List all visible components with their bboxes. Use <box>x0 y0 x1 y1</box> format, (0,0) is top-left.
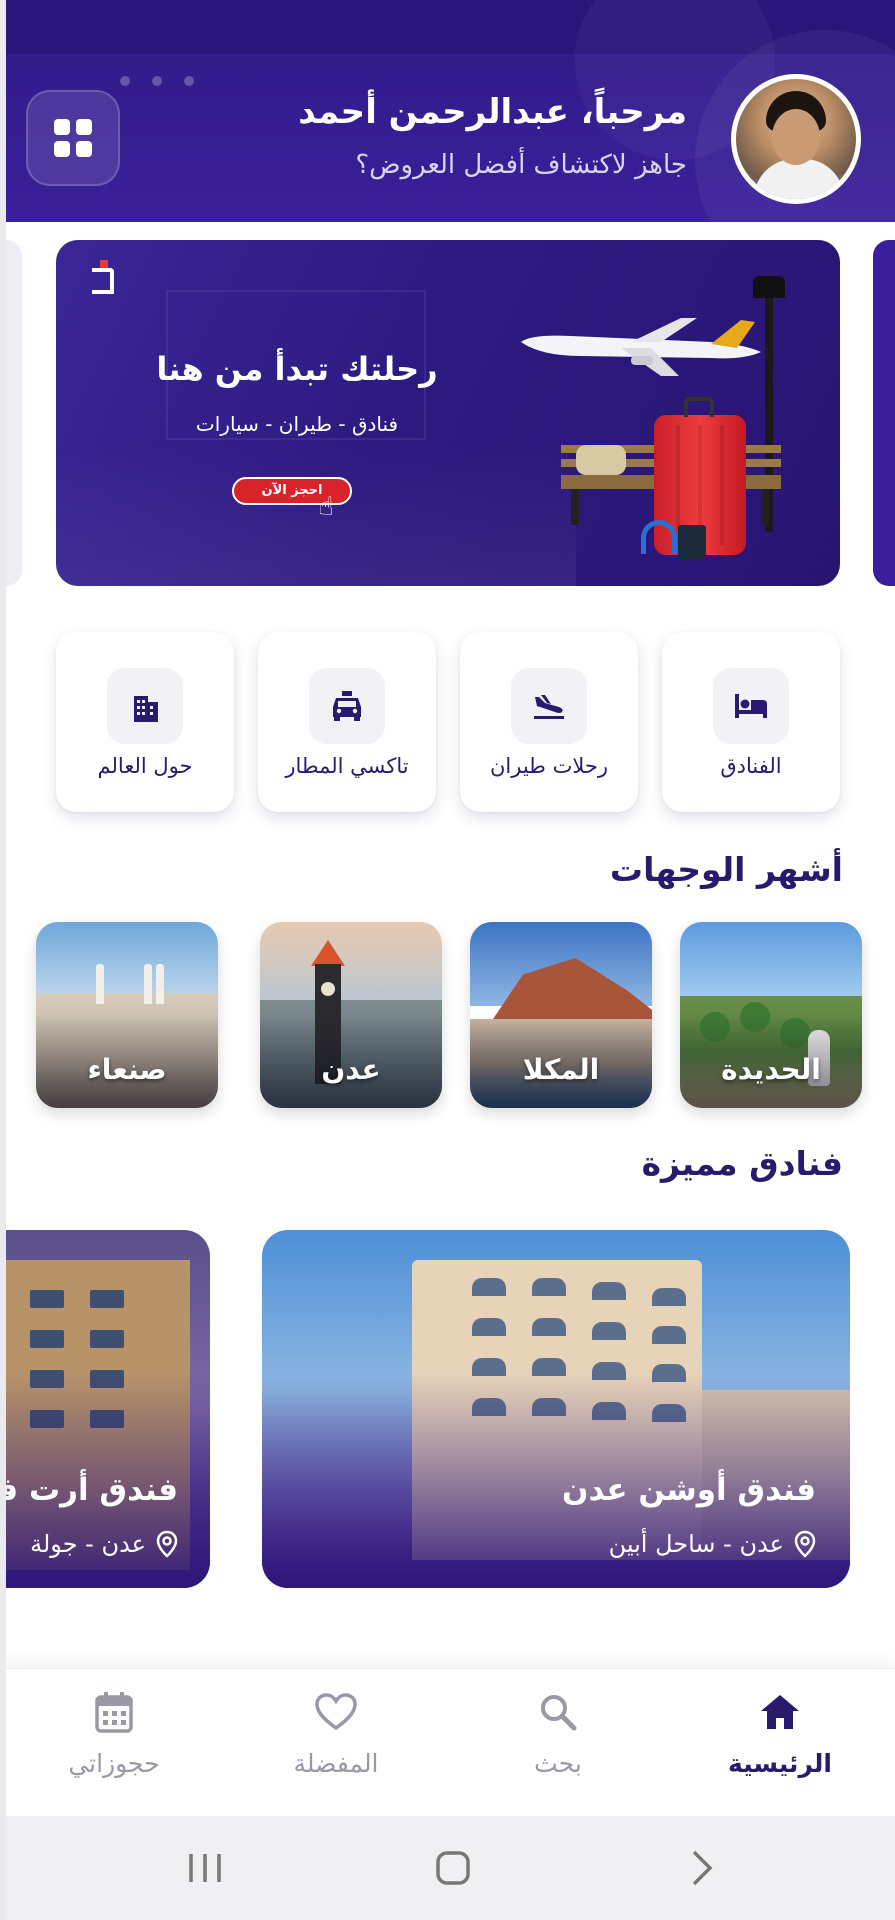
hotel-location: عدن - جولة <box>30 1530 178 1558</box>
plane-landing-icon <box>534 695 564 719</box>
destination-name: المكلا <box>522 1053 600 1086</box>
recent-apps-button[interactable] <box>180 1846 230 1890</box>
destination-card[interactable]: الحديدة <box>680 922 862 1108</box>
nav-favorites[interactable]: المفضلة <box>236 1687 436 1797</box>
nav-bookings[interactable]: حجوزاتي <box>14 1687 214 1797</box>
carousel-peek-next[interactable] <box>873 240 895 586</box>
system-navigation-bar <box>0 1816 895 1920</box>
recents-icon <box>189 1854 221 1882</box>
taxi-icon <box>333 691 361 721</box>
home-system-button[interactable] <box>428 1846 478 1890</box>
brand-logo <box>92 260 122 294</box>
header-dots <box>120 76 194 86</box>
service-flights[interactable]: رحلات طيران <box>460 632 638 812</box>
service-label: رحلات طيران <box>490 754 608 778</box>
nav-label: بحث <box>534 1749 582 1778</box>
location-pin-icon <box>156 1530 178 1558</box>
service-label: الفنادق <box>720 754 782 778</box>
promo-banner[interactable]: رحلتك تبدأ من هنا فنادق - طيران - سيارات… <box>56 240 840 586</box>
banner-title: رحلتك تبدأ من هنا <box>156 350 438 388</box>
nav-label: الرئيسية <box>728 1749 832 1778</box>
service-label: حول العالم <box>97 754 193 778</box>
passport-illustration <box>678 525 706 559</box>
user-avatar[interactable] <box>731 74 861 204</box>
hotel-name: فندق أوشن عدن <box>562 1472 816 1508</box>
destination-name: الحديدة <box>721 1053 821 1086</box>
search-icon <box>541 1695 577 1731</box>
home-square-icon <box>436 1851 470 1885</box>
menu-button[interactable] <box>26 90 120 186</box>
destination-card[interactable]: عدن <box>260 922 442 1108</box>
hotel-card[interactable]: فندق أرت فيو عدن - جولة <box>0 1230 210 1588</box>
greeting-subtitle: جاهز لاكتشاف أفضل العروض؟ <box>355 150 687 180</box>
nav-label: المفضلة <box>293 1749 379 1778</box>
nav-search[interactable]: بحث <box>458 1687 658 1797</box>
services-row: الفنادق رحلات طيران تاكسي المطار حول الع… <box>56 632 840 812</box>
destination-card[interactable]: المكلا <box>470 922 652 1108</box>
bed-icon <box>735 694 767 718</box>
nav-home[interactable]: الرئيسية <box>680 1687 880 1797</box>
book-now-button[interactable]: احجز الآن <box>232 477 352 505</box>
home-icon <box>761 1695 799 1729</box>
grid-icon <box>54 119 92 157</box>
screen-edge <box>0 0 6 1920</box>
heart-icon <box>315 1693 357 1731</box>
destination-name: عدن <box>321 1053 381 1086</box>
bag-illustration <box>576 445 626 475</box>
building-icon <box>134 696 158 722</box>
service-airport-taxi[interactable]: تاكسي المطار <box>258 632 436 812</box>
bottom-navigation: الرئيسية بحث المفضلة حجوزاتي <box>0 1668 895 1816</box>
popular-destinations-title: أشهر الوجهات <box>609 850 843 889</box>
destination-card[interactable]: صنعاء <box>36 922 218 1108</box>
destination-name: صنعاء <box>87 1053 167 1086</box>
hotel-name: فندق أرت فيو <box>0 1472 178 1508</box>
greeting-text: مرحباً، عبدالرحمن أحمد <box>298 92 687 132</box>
service-hotels[interactable]: الفنادق <box>662 632 840 812</box>
back-button[interactable] <box>676 1846 726 1890</box>
hotel-card[interactable]: فندق أوشن عدن عدن - ساحل أبين <box>262 1230 850 1588</box>
chevron-right-icon <box>692 1850 713 1886</box>
calendar-icon <box>95 1692 133 1733</box>
service-label: تاكسي المطار <box>285 754 409 778</box>
nav-label: حجوزاتي <box>68 1749 160 1778</box>
banner-services: فنادق - طيران - سيارات <box>195 412 399 436</box>
hotel-location: عدن - ساحل أبين <box>609 1530 816 1558</box>
headphones-illustration <box>641 520 677 554</box>
pointer-hand-icon: ☝ <box>318 492 334 522</box>
app-header: مرحباً، عبدالرحمن أحمد جاهز لاكتشاف أفضل… <box>0 0 895 222</box>
airplane-illustration <box>521 318 761 376</box>
featured-hotels-title: فنادق مميزة <box>641 1144 843 1183</box>
location-pin-icon <box>794 1530 816 1558</box>
service-around-world[interactable]: حول العالم <box>56 632 234 812</box>
